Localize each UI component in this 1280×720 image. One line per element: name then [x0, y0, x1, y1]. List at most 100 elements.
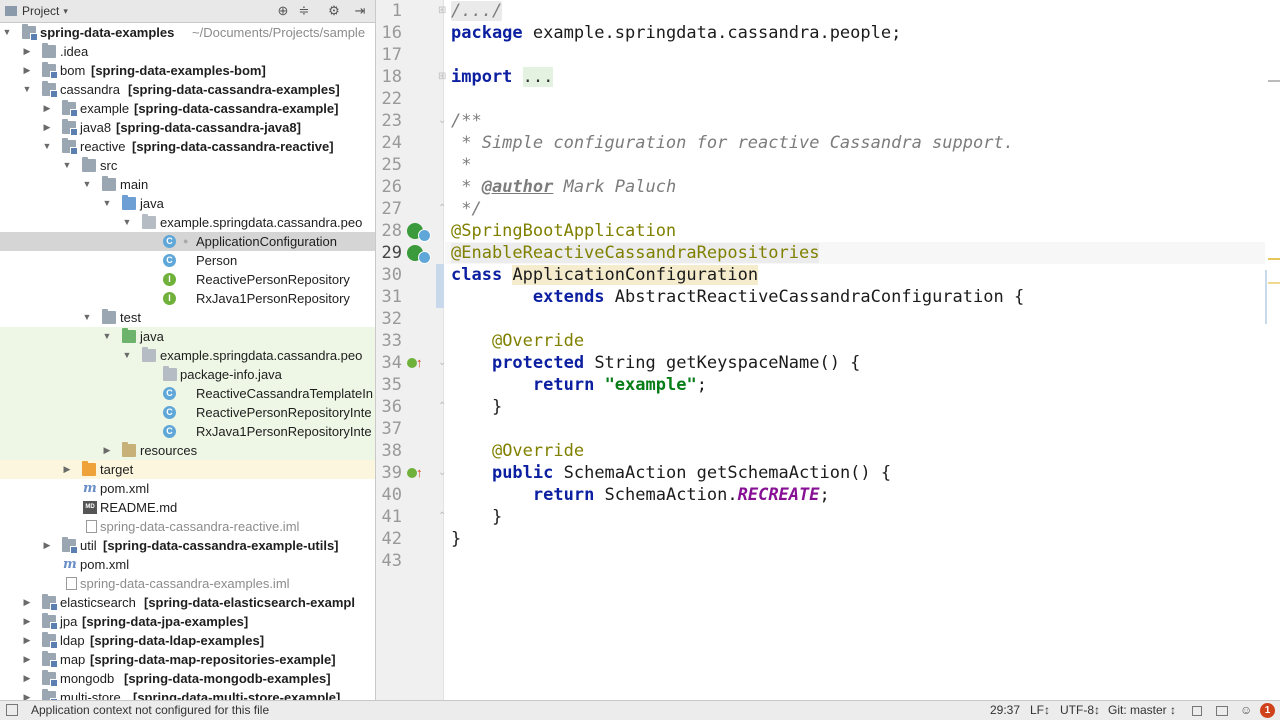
lock-icon[interactable] — [1192, 706, 1202, 716]
tree-row-pom[interactable]: m pom.xml — [0, 479, 375, 498]
tree-row-java8[interactable]: ▶ java8 [spring-data-cassandra-java8] — [0, 118, 375, 137]
chevron-right-icon[interactable]: ▶ — [22, 612, 32, 631]
chevron-down-icon[interactable]: ▼ — [82, 308, 92, 327]
tree-row-idea[interactable]: ▶ .idea — [0, 42, 375, 61]
cursor-position[interactable]: 29:37 — [990, 701, 1020, 720]
project-view-selector[interactable]: Project ▾ — [5, 4, 68, 18]
test-class-icon: C — [163, 387, 176, 400]
tree-row-util[interactable]: ▶ util [spring-data-cassandra-example-ut… — [0, 536, 375, 555]
line-separator-selector[interactable]: LF↕ — [1030, 701, 1050, 720]
module-folder-icon — [42, 689, 58, 700]
code-editor[interactable]: /.../ package example.springdata.cassand… — [445, 0, 1280, 700]
tree-row-target[interactable]: ▶ target — [0, 460, 375, 479]
tree-row-reactivepersonrepository[interactable]: I ReactivePersonRepository — [0, 270, 375, 289]
tree-row-test[interactable]: ▼ test — [0, 308, 375, 327]
implements-arrow-icon[interactable]: ↑ — [416, 462, 423, 484]
chevron-down-icon[interactable]: ▼ — [42, 137, 52, 156]
spring-bean-icon[interactable] — [407, 223, 431, 242]
tree-row-reactive[interactable]: ▼ reactive [spring-data-cassandra-reacti… — [0, 137, 375, 156]
tree-row-mongodb[interactable]: ▶ mongodb [spring-data-mongodb-examples] — [0, 669, 375, 688]
highlight-marker[interactable] — [1268, 282, 1280, 284]
tree-row-reactivecassandratemplate[interactable]: C ReactiveCassandraTemplateIn — [0, 384, 375, 403]
highlight-marker[interactable] — [1268, 258, 1280, 260]
editor-marker-strip[interactable] — [1265, 0, 1280, 700]
chevron-down-icon[interactable]: ▼ — [82, 175, 92, 194]
tree-row-src[interactable]: ▼ src — [0, 156, 375, 175]
chevron-right-icon[interactable]: ▶ — [22, 669, 32, 688]
warning-marker[interactable] — [1268, 80, 1280, 82]
tree-module: [spring-data-multi-store-example] — [133, 690, 341, 700]
tool-windows-icon[interactable] — [6, 704, 18, 716]
tree-row-multi-store[interactable]: ▶ multi-store [spring-data-multi-store-e… — [0, 688, 375, 700]
tree-row-reactivepersonrepositoryint[interactable]: C ReactivePersonRepositoryInte — [0, 403, 375, 422]
status-message: Application context not configured for t… — [31, 703, 270, 717]
chevron-right-icon[interactable]: ▶ — [22, 61, 32, 80]
inspection-icon[interactable] — [1216, 706, 1228, 716]
hector-icon[interactable]: ☺ — [1240, 701, 1252, 720]
chevron-right-icon[interactable]: ▶ — [22, 593, 32, 612]
chevron-down-icon[interactable]: ▼ — [22, 80, 32, 99]
chevron-down-icon[interactable]: ▼ — [102, 194, 112, 213]
chevron-right-icon[interactable]: ▶ — [22, 650, 32, 669]
tree-row-main-java[interactable]: ▼ java — [0, 194, 375, 213]
tree-row-root[interactable]: ▼ spring-data-examples ~/Documents/Proje… — [0, 23, 375, 42]
chevron-right-icon[interactable]: ▶ — [42, 99, 52, 118]
chevron-right-icon[interactable]: ▶ — [42, 118, 52, 137]
tree-row-jpa[interactable]: ▶ jpa [spring-data-jpa-examples] — [0, 612, 375, 631]
tree-row-main[interactable]: ▼ main — [0, 175, 375, 194]
hide-icon[interactable]: ⇥ — [352, 3, 368, 19]
tree-row-test-package[interactable]: ▼ example.springdata.cassandra.peo — [0, 346, 375, 365]
chevron-right-icon[interactable]: ▶ — [22, 631, 32, 650]
tree-row-rxjava1personrepositoryint[interactable]: C RxJava1PersonRepositoryInte — [0, 422, 375, 441]
tree-row-test-java[interactable]: ▼ java — [0, 327, 375, 346]
chevron-right-icon[interactable]: ▶ — [102, 441, 112, 460]
chevron-down-icon[interactable]: ▼ — [2, 23, 12, 42]
chevron-down-icon[interactable]: ▼ — [102, 327, 112, 346]
scroll-thumb[interactable] — [1265, 270, 1267, 324]
chevron-right-icon[interactable]: ▶ — [22, 42, 32, 61]
class-icon: C — [163, 235, 176, 248]
tree-label: main — [120, 177, 149, 192]
chevron-down-icon[interactable]: ▼ — [122, 213, 132, 232]
chevron-right-icon[interactable]: ▶ — [22, 688, 32, 700]
tree-row-applicationconfiguration[interactable]: C ● ApplicationConfiguration — [0, 232, 375, 251]
chevron-down-icon[interactable]: ▼ — [62, 156, 72, 175]
tree-row-cassandra[interactable]: ▼ cassandra [spring-data-cassandra-examp… — [0, 80, 375, 99]
line-number: 22 — [381, 89, 402, 109]
tree-row-resources[interactable]: ▶ resources — [0, 441, 375, 460]
folded-header[interactable]: /.../ — [451, 1, 503, 21]
tree-row-ldap[interactable]: ▶ ldap [spring-data-ldap-examples] — [0, 631, 375, 650]
chevron-right-icon[interactable]: ▶ — [42, 536, 52, 555]
tree-label: package-info.java — [180, 367, 282, 382]
folded-imports[interactable]: ... — [522, 67, 554, 87]
tree-row-rxjava1personrepository[interactable]: I RxJava1PersonRepository — [0, 289, 375, 308]
target-icon[interactable]: ⊕ — [275, 3, 291, 19]
tree-module: [spring-data-cassandra-reactive] — [132, 139, 334, 154]
error-count-badge[interactable]: 1 — [1260, 703, 1275, 718]
tree-row-person[interactable]: C Person — [0, 251, 375, 270]
tree-module: [spring-data-ldap-examples] — [90, 633, 265, 648]
tree-label: README.md — [100, 500, 178, 515]
git-branch-selector[interactable]: Git: master ↕ — [1108, 701, 1176, 720]
tree-row-main-package[interactable]: ▼ example.springdata.cassandra.peo — [0, 213, 375, 232]
chevron-right-icon[interactable]: ▶ — [62, 460, 72, 479]
spring-bean-icon[interactable] — [407, 245, 431, 264]
tree-row-example[interactable]: ▶ example [spring-data-cassandra-example… — [0, 99, 375, 118]
tree-row-readme[interactable]: MD README.md — [0, 498, 375, 517]
tree-row-bom[interactable]: ▶ bom [spring-data-examples-bom] — [0, 61, 375, 80]
tree-row-cassandra-pom[interactable]: m pom.xml — [0, 555, 375, 574]
tree-label: example.springdata.cassandra.peo — [160, 348, 363, 363]
tree-row-cassandra-iml[interactable]: spring-data-cassandra-examples.iml — [0, 574, 375, 593]
semicolon: ; — [819, 485, 830, 505]
line-number: 18 — [381, 67, 402, 87]
collapse-icon[interactable]: ≑ — [296, 3, 312, 19]
tree-row-map[interactable]: ▶ map [spring-data-map-repositories-exam… — [0, 650, 375, 669]
tree-row-package-info[interactable]: package-info.java — [0, 365, 375, 384]
tree-row-reactive-iml[interactable]: spring-data-cassandra-reactive.iml — [0, 517, 375, 536]
chevron-down-icon[interactable]: ▼ — [122, 346, 132, 365]
gear-icon[interactable]: ⚙ — [326, 3, 342, 19]
encoding-selector[interactable]: UTF-8↕ — [1060, 701, 1100, 720]
tree-row-elasticsearch[interactable]: ▶ elasticsearch [spring-data-elasticsear… — [0, 593, 375, 612]
implements-arrow-icon[interactable]: ↑ — [416, 352, 423, 374]
line-number: 33 — [381, 331, 402, 351]
